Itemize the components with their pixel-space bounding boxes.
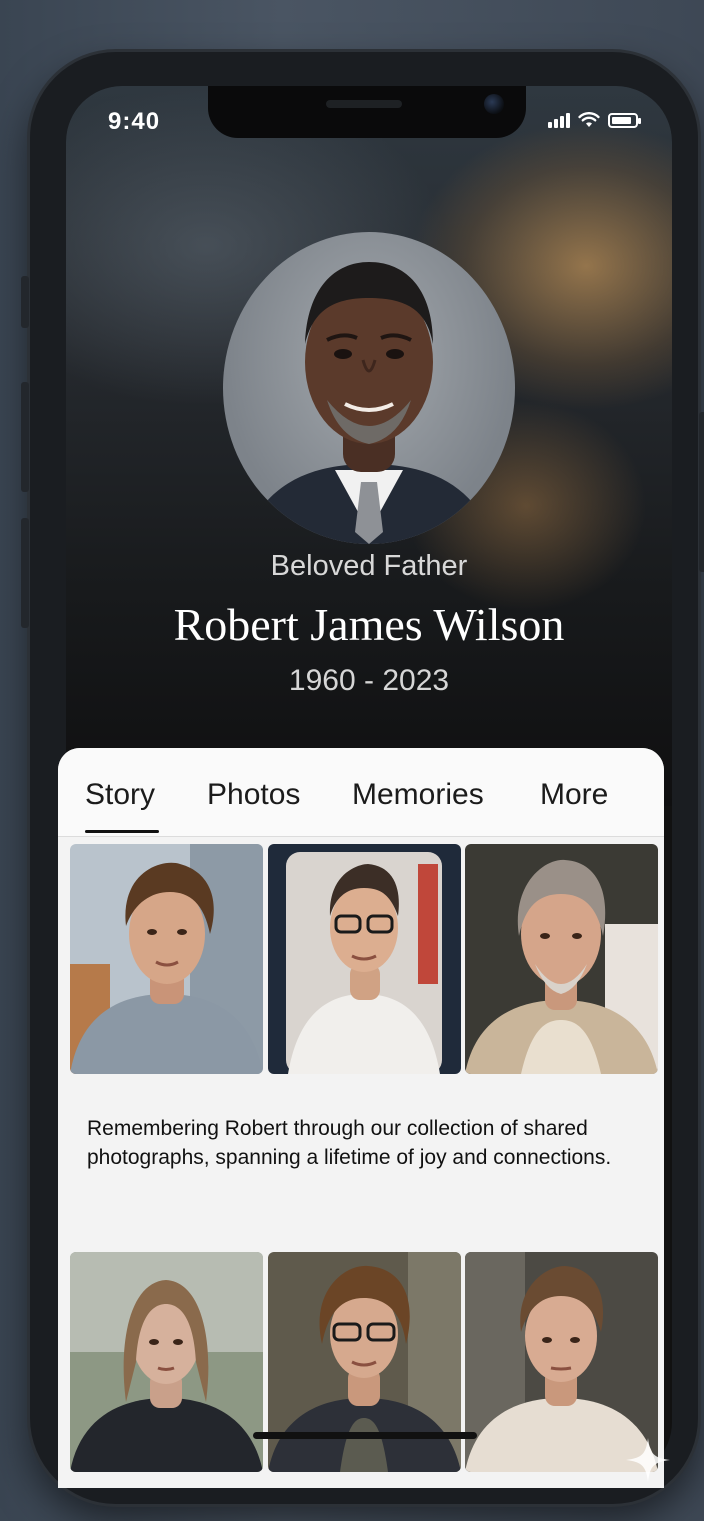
content-sheet: Story Photos Memories More Remembering R… bbox=[58, 748, 664, 1488]
memorial-dates: 1960 - 2023 bbox=[288, 664, 450, 697]
memorial-portrait bbox=[223, 232, 515, 544]
tab-story[interactable]: Story bbox=[85, 778, 155, 812]
notch bbox=[208, 86, 526, 138]
volume-up-button bbox=[21, 382, 29, 492]
volume-down-button bbox=[21, 518, 29, 628]
tab-more[interactable]: More bbox=[540, 778, 608, 812]
gallery-caption: Remembering Robert through our collectio… bbox=[87, 1117, 612, 1169]
front-camera bbox=[484, 94, 504, 114]
photo-row-1 bbox=[70, 844, 658, 1074]
tab-photos[interactable]: Photos bbox=[207, 778, 300, 812]
status-time: 9:40 bbox=[108, 108, 161, 135]
phone-frame: 9:40 Beloved Father Robert James Wilson … bbox=[21, 52, 704, 1504]
speaker-grille bbox=[326, 100, 402, 108]
battery-fill bbox=[612, 116, 631, 124]
home-indicator[interactable] bbox=[253, 1432, 477, 1439]
status-bar: 9:40 bbox=[66, 86, 672, 156]
tab-memories[interactable]: Memories bbox=[352, 778, 484, 812]
gallery-photo[interactable] bbox=[465, 844, 658, 1074]
status-icons bbox=[548, 112, 641, 128]
gallery-photo[interactable] bbox=[268, 844, 461, 1074]
memorial-name: Robert James Wilson bbox=[173, 599, 565, 650]
gallery-photo[interactable] bbox=[70, 844, 263, 1074]
silent-switch bbox=[21, 276, 29, 328]
wifi-icon bbox=[578, 112, 600, 127]
tab-bar: Story Photos Memories More bbox=[58, 748, 664, 837]
cellular-signal-icon bbox=[548, 112, 570, 128]
active-tab-indicator bbox=[85, 830, 159, 833]
sparkle-icon bbox=[626, 1438, 670, 1482]
gallery-photo[interactable] bbox=[268, 1252, 461, 1472]
power-button bbox=[699, 412, 704, 572]
memorial-subtitle: Beloved Father bbox=[270, 550, 468, 582]
battery-icon bbox=[608, 112, 641, 128]
photo-row-2 bbox=[70, 1252, 658, 1472]
gallery-photo[interactable] bbox=[70, 1252, 263, 1472]
